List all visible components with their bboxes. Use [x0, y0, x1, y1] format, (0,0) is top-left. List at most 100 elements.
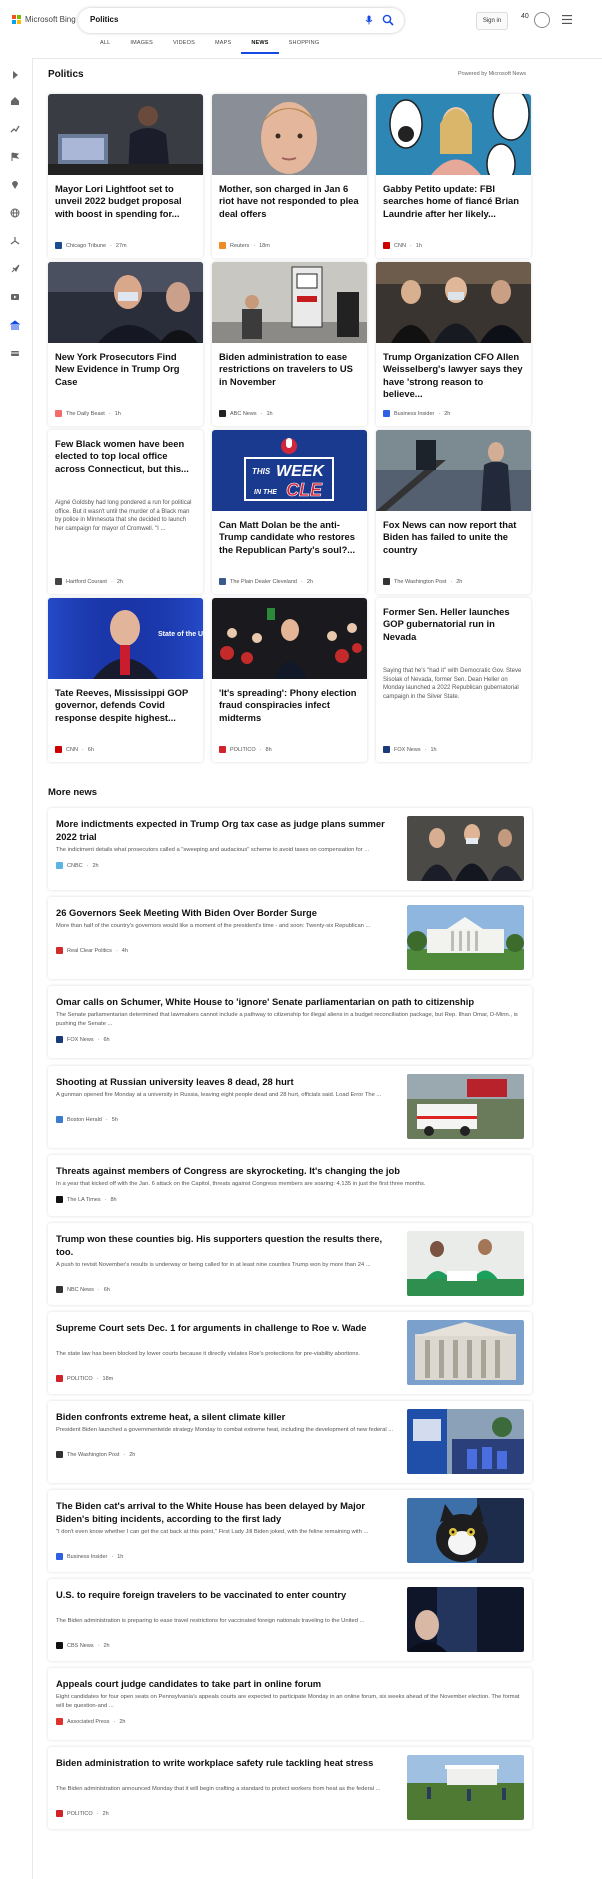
card-title[interactable]: Mother, son charged in Jan 6 riot have n… — [219, 183, 359, 220]
card-title[interactable]: Trump Organization CFO Allen Weisselberg… — [383, 351, 523, 400]
news-card[interactable]: Mayor Lori Lightfoot set to unveil 2022 … — [48, 94, 203, 258]
card-source[interactable]: POLITICO · 8h — [219, 746, 272, 753]
item-source[interactable]: Real Clear Politics · 4h — [56, 947, 128, 954]
card-title[interactable]: Can Matt Dolan be the anti-Trump candida… — [219, 519, 359, 556]
news-card[interactable]: 'It's spreading': Phony election fraud c… — [212, 598, 367, 762]
news-list-item[interactable]: 26 Governors Seek Meeting With Biden Ove… — [48, 897, 532, 979]
card-source[interactable]: Reuters · 18m — [219, 242, 270, 249]
card-title[interactable]: Few Black women have been elected to top… — [55, 438, 195, 475]
news-list-item[interactable]: Shooting at Russian university leaves 8 … — [48, 1066, 532, 1148]
item-source[interactable]: POLITICO · 2h — [56, 1810, 109, 1817]
card-source[interactable]: FOX News · 1h — [383, 746, 437, 753]
tab-images[interactable]: IMAGES — [120, 40, 163, 54]
card-title[interactable]: Gabby Petito update: FBI searches home o… — [383, 183, 523, 220]
search-box[interactable] — [78, 8, 404, 33]
item-title[interactable]: Threats against members of Congress are … — [56, 1165, 521, 1178]
item-source[interactable]: Business Insider · 1h — [56, 1553, 123, 1560]
item-source[interactable]: Associated Press · 2h — [56, 1718, 125, 1725]
news-card[interactable]: Gabby Petito update: FBI searches home o… — [376, 94, 531, 258]
news-list-item[interactable]: The Biden cat's arrival to the White Hou… — [48, 1490, 532, 1572]
location-icon[interactable] — [10, 180, 20, 190]
card-title[interactable]: Former Sen. Heller launches GOP gubernat… — [383, 606, 523, 643]
card-title[interactable]: Tate Reeves, Mississippi GOP governor, d… — [55, 687, 195, 724]
item-title[interactable]: U.S. to require foreign travelers to be … — [56, 1589, 396, 1602]
news-card[interactable]: Mother, son charged in Jan 6 riot have n… — [212, 94, 367, 258]
news-list-item[interactable]: Trump won these counties big. His suppor… — [48, 1223, 532, 1305]
item-thumbnail[interactable] — [407, 1320, 524, 1385]
expand-icon[interactable] — [10, 70, 20, 80]
globe-icon[interactable] — [10, 208, 20, 218]
video-icon[interactable] — [10, 292, 20, 302]
item-title[interactable]: Trump won these counties big. His suppor… — [56, 1233, 396, 1258]
news-list-item[interactable]: Appeals court judge candidates to take p… — [48, 1668, 532, 1740]
news-list-item[interactable]: Threats against members of Congress are … — [48, 1155, 532, 1216]
card-title[interactable]: Biden administration to ease restriction… — [219, 351, 359, 388]
news-list-item[interactable]: Supreme Court sets Dec. 1 for arguments … — [48, 1312, 532, 1394]
news-card[interactable]: State of the UNION Tate Reeves, Mississi… — [48, 598, 203, 762]
news-list-item[interactable]: Biden administration to write workplace … — [48, 1747, 532, 1829]
news-card[interactable]: Former Sen. Heller launches GOP gubernat… — [376, 598, 531, 762]
tab-shopping[interactable]: SHOPPING — [279, 40, 330, 54]
tab-all[interactable]: ALL — [90, 40, 120, 54]
item-thumbnail[interactable] — [407, 1755, 524, 1820]
item-title[interactable]: Biden confronts extreme heat, a silent c… — [56, 1411, 396, 1424]
item-thumbnail[interactable] — [407, 816, 524, 881]
item-thumbnail[interactable] — [407, 1231, 524, 1296]
news-card[interactable]: THIS WEEK IN THE CLE Can Matt Dolan be t… — [212, 430, 367, 594]
item-title[interactable]: 26 Governors Seek Meeting With Biden Ove… — [56, 907, 396, 920]
item-thumbnail[interactable] — [407, 1587, 524, 1652]
search-input[interactable] — [88, 14, 342, 25]
flag-icon[interactable] — [10, 152, 20, 162]
item-thumbnail[interactable] — [407, 905, 524, 970]
news-card[interactable]: Few Black women have been elected to top… — [48, 430, 203, 594]
card-source[interactable]: Hartford Courant · 2h — [55, 578, 123, 585]
item-source[interactable]: The LA Times · 8h — [56, 1196, 117, 1203]
item-thumbnail[interactable] — [407, 1409, 524, 1474]
item-title[interactable]: Appeals court judge candidates to take p… — [56, 1678, 521, 1691]
item-thumbnail[interactable] — [407, 1074, 524, 1139]
news-card[interactable]: Trump Organization CFO Allen Weisselberg… — [376, 262, 531, 426]
bing-logo[interactable]: Microsoft Bing — [12, 15, 76, 24]
money-icon[interactable] — [10, 348, 20, 358]
item-thumbnail[interactable] — [407, 1498, 524, 1563]
card-title[interactable]: Mayor Lori Lightfoot set to unveil 2022 … — [55, 183, 195, 220]
news-card[interactable]: Fox News can now report that Biden has f… — [376, 430, 531, 594]
item-title[interactable]: The Biden cat's arrival to the White Hou… — [56, 1500, 396, 1525]
card-source[interactable]: ABC News · 1h — [219, 410, 273, 417]
news-list-item[interactable]: U.S. to require foreign travelers to be … — [48, 1579, 532, 1661]
card-source[interactable]: Chicago Tribune · 27m — [55, 242, 127, 249]
item-source[interactable]: CBS News · 2h — [56, 1642, 110, 1649]
sign-in-button[interactable]: Sign in — [476, 12, 508, 30]
rewards-count[interactable]: 40 — [521, 13, 529, 20]
card-source[interactable]: CNN · 6h — [55, 746, 94, 753]
politics-icon[interactable] — [10, 236, 20, 246]
card-source[interactable]: Business Insider · 2h — [383, 410, 450, 417]
news-card[interactable]: New York Prosecutors Find New Evidence i… — [48, 262, 203, 426]
card-source[interactable]: The Daily Beast · 1h — [55, 410, 121, 417]
tab-videos[interactable]: VIDEOS — [163, 40, 205, 54]
hamburger-menu-icon[interactable] — [562, 15, 572, 24]
item-source[interactable]: The Washington Post · 2h — [56, 1451, 135, 1458]
item-title[interactable]: More indictments expected in Trump Org t… — [56, 818, 396, 843]
card-title[interactable]: Fox News can now report that Biden has f… — [383, 519, 523, 556]
card-title[interactable]: New York Prosecutors Find New Evidence i… — [55, 351, 195, 388]
tab-maps[interactable]: MAPS — [205, 40, 241, 54]
card-title[interactable]: 'It's spreading': Phony election fraud c… — [219, 687, 359, 724]
rewards-icon[interactable] — [534, 12, 550, 28]
rocket-icon[interactable] — [10, 264, 20, 274]
item-source[interactable]: NBC News · 6h — [56, 1286, 110, 1293]
news-card[interactable]: Biden administration to ease restriction… — [212, 262, 367, 426]
item-source[interactable]: FOX News · 6h — [56, 1036, 110, 1043]
item-title[interactable]: Omar calls on Schumer, White House to 'i… — [56, 996, 521, 1009]
powered-by[interactable]: Powered by Microsoft News — [458, 71, 526, 77]
item-title[interactable]: Shooting at Russian university leaves 8 … — [56, 1076, 396, 1089]
microphone-icon[interactable] — [364, 15, 374, 25]
government-icon[interactable] — [10, 320, 20, 330]
item-source[interactable]: CNBC · 2h — [56, 862, 99, 869]
item-title[interactable]: Supreme Court sets Dec. 1 for arguments … — [56, 1322, 396, 1335]
news-list-item[interactable]: More indictments expected in Trump Org t… — [48, 808, 532, 890]
trending-icon[interactable] — [10, 124, 20, 134]
card-source[interactable]: CNN · 1h — [383, 242, 422, 249]
home-icon[interactable] — [10, 96, 20, 106]
search-icon[interactable] — [382, 14, 394, 26]
